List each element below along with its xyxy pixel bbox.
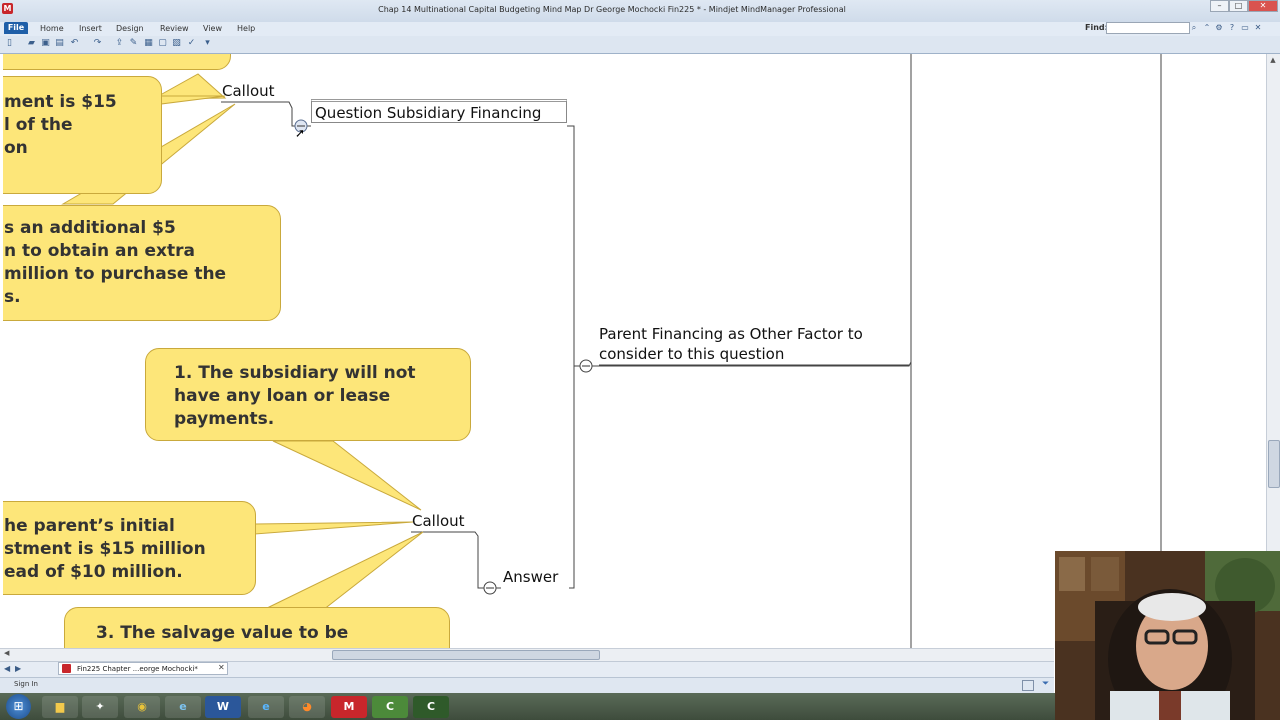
- tab-help[interactable]: Help: [237, 24, 255, 33]
- doc-close-icon[interactable]: ✕: [1253, 23, 1263, 33]
- topic-label: Question Subsidiary Financing: [315, 104, 542, 122]
- tab-close-icon[interactable]: ✕: [218, 663, 225, 672]
- bubble-line: million to purchase the: [4, 264, 227, 284]
- format-icon[interactable]: ✎: [128, 38, 139, 49]
- gear-icon[interactable]: ⚙: [1214, 23, 1224, 33]
- callout-bubble-investment[interactable]: ment is $15 l of the on: [3, 76, 162, 194]
- camtasia-icon[interactable]: C: [413, 696, 449, 718]
- bubble-line: have any loan or lease: [174, 386, 391, 406]
- bubble-line: payments.: [174, 409, 275, 429]
- tab-review[interactable]: Review: [160, 24, 189, 33]
- bubble-line: l of the: [4, 115, 73, 135]
- scroll-left-icon[interactable]: ◀: [4, 649, 9, 657]
- chevron-up-icon[interactable]: ⌃: [1202, 23, 1212, 33]
- filter-icon[interactable]: ⏷: [1042, 679, 1049, 689]
- callout-bubble-top-edge[interactable]: [3, 54, 231, 70]
- callout-label[interactable]: Callout: [222, 82, 275, 100]
- presenter-video-image: [1055, 551, 1280, 720]
- sign-in-link[interactable]: Sign In: [14, 680, 38, 688]
- find-label: Find:: [1085, 23, 1108, 32]
- callout-label[interactable]: Callout: [412, 512, 465, 530]
- undo-icon[interactable]: ↶: [69, 38, 80, 49]
- tab-nav-right-icon[interactable]: ▶: [15, 664, 21, 673]
- topic-label-line: consider to this question: [599, 345, 785, 363]
- paste-icon[interactable]: ▧: [171, 38, 182, 49]
- mouse-cursor-icon: ➚: [295, 126, 306, 140]
- bubble-line: n to obtain an extra: [4, 241, 196, 261]
- status-bar: [0, 677, 1054, 693]
- mindmap-doc-icon: [62, 664, 71, 673]
- bubble-line: ment is $15: [4, 92, 117, 112]
- customize-icon[interactable]: ▾: [202, 38, 213, 49]
- save-icon[interactable]: ▣: [40, 38, 51, 49]
- open-icon[interactable]: ▰: [26, 38, 37, 49]
- document-tab-label: Fin225 Chapter ...eorge Mochocki*: [77, 665, 198, 673]
- window-title: Chap 14 Multinational Capital Budgeting …: [378, 5, 846, 14]
- mindmanager-icon[interactable]: M: [331, 696, 367, 718]
- tab-view[interactable]: View: [203, 24, 222, 33]
- tab-home[interactable]: Home: [40, 24, 64, 33]
- layout-icon[interactable]: ▦: [143, 38, 154, 49]
- bubble-line: he parent’s initial: [4, 516, 175, 536]
- camtasia-green-icon[interactable]: C: [372, 696, 408, 718]
- explorer-icon[interactable]: ▆: [42, 696, 78, 718]
- bubble-line: ead of $10 million.: [4, 562, 183, 582]
- ie-icon[interactable]: e: [248, 696, 284, 718]
- bubble-line: stment is $15 million: [4, 539, 206, 559]
- webcam-overlay: [1055, 551, 1280, 720]
- topic-answer[interactable]: Answer: [503, 568, 558, 586]
- callout-bubble-parent-investment[interactable]: he parent’s initial stment is $15 millio…: [3, 501, 256, 595]
- minimize-button[interactable]: –: [1210, 0, 1229, 12]
- bubble-line: s an additional $5: [4, 218, 176, 238]
- close-button[interactable]: ✕: [1248, 0, 1278, 12]
- export-icon[interactable]: ⇪: [114, 38, 125, 49]
- firefox-icon[interactable]: ◕: [289, 696, 325, 718]
- topic-label-line: Parent Financing as Other Factor to: [599, 325, 863, 343]
- word-icon[interactable]: W: [205, 696, 241, 718]
- document-tab[interactable]: Fin225 Chapter ...eorge Mochocki*: [58, 662, 228, 675]
- tool-icon[interactable]: ✦: [82, 696, 118, 718]
- restore-icon[interactable]: ▭: [1240, 23, 1250, 33]
- callout-bubble-salvage-value[interactable]: 3. The salvage value to be: [64, 607, 450, 648]
- bubble-line: on: [4, 138, 28, 158]
- bubble-line: s.: [4, 287, 21, 307]
- binoculars-icon[interactable]: ⌕: [1189, 23, 1199, 33]
- find-input[interactable]: [1106, 22, 1190, 34]
- fit-map-icon[interactable]: [1022, 680, 1034, 691]
- help-icon[interactable]: ?: [1227, 23, 1237, 33]
- file-tab[interactable]: File: [4, 22, 28, 34]
- bubble-line: 3. The salvage value to be: [96, 623, 349, 643]
- bubble-line: 1. The subsidiary will not: [174, 363, 416, 383]
- topic-question-subsidiary-financing[interactable]: Question Subsidiary Financing: [311, 99, 567, 123]
- new-icon[interactable]: ▯: [4, 38, 15, 49]
- print-icon[interactable]: ▤: [54, 38, 65, 49]
- ie-blue-icon[interactable]: e: [165, 696, 201, 718]
- redo-icon[interactable]: ↷: [92, 38, 103, 49]
- tab-insert[interactable]: Insert: [79, 24, 102, 33]
- maximize-button[interactable]: □: [1229, 0, 1248, 12]
- spell-icon[interactable]: ✓: [186, 38, 197, 49]
- frame-icon[interactable]: ▢: [157, 38, 168, 49]
- tab-nav-left-icon[interactable]: ◀: [4, 664, 10, 673]
- topic-parent-financing[interactable]: Parent Financing as Other Factor to cons…: [599, 324, 863, 364]
- vertical-scroll-thumb[interactable]: [1268, 440, 1280, 488]
- tab-design[interactable]: Design: [116, 24, 144, 33]
- callout-bubble-no-loan[interactable]: 1. The subsidiary will not have any loan…: [145, 348, 471, 441]
- start-icon[interactable]: ⊞: [6, 694, 31, 719]
- chrome-icon[interactable]: ◉: [124, 696, 160, 718]
- scroll-up-icon[interactable]: ▲: [1267, 56, 1279, 66]
- horizontal-scroll-thumb[interactable]: [332, 650, 600, 660]
- callout-bubble-additional-loan[interactable]: s an additional $5 n to obtain an extra …: [3, 205, 281, 321]
